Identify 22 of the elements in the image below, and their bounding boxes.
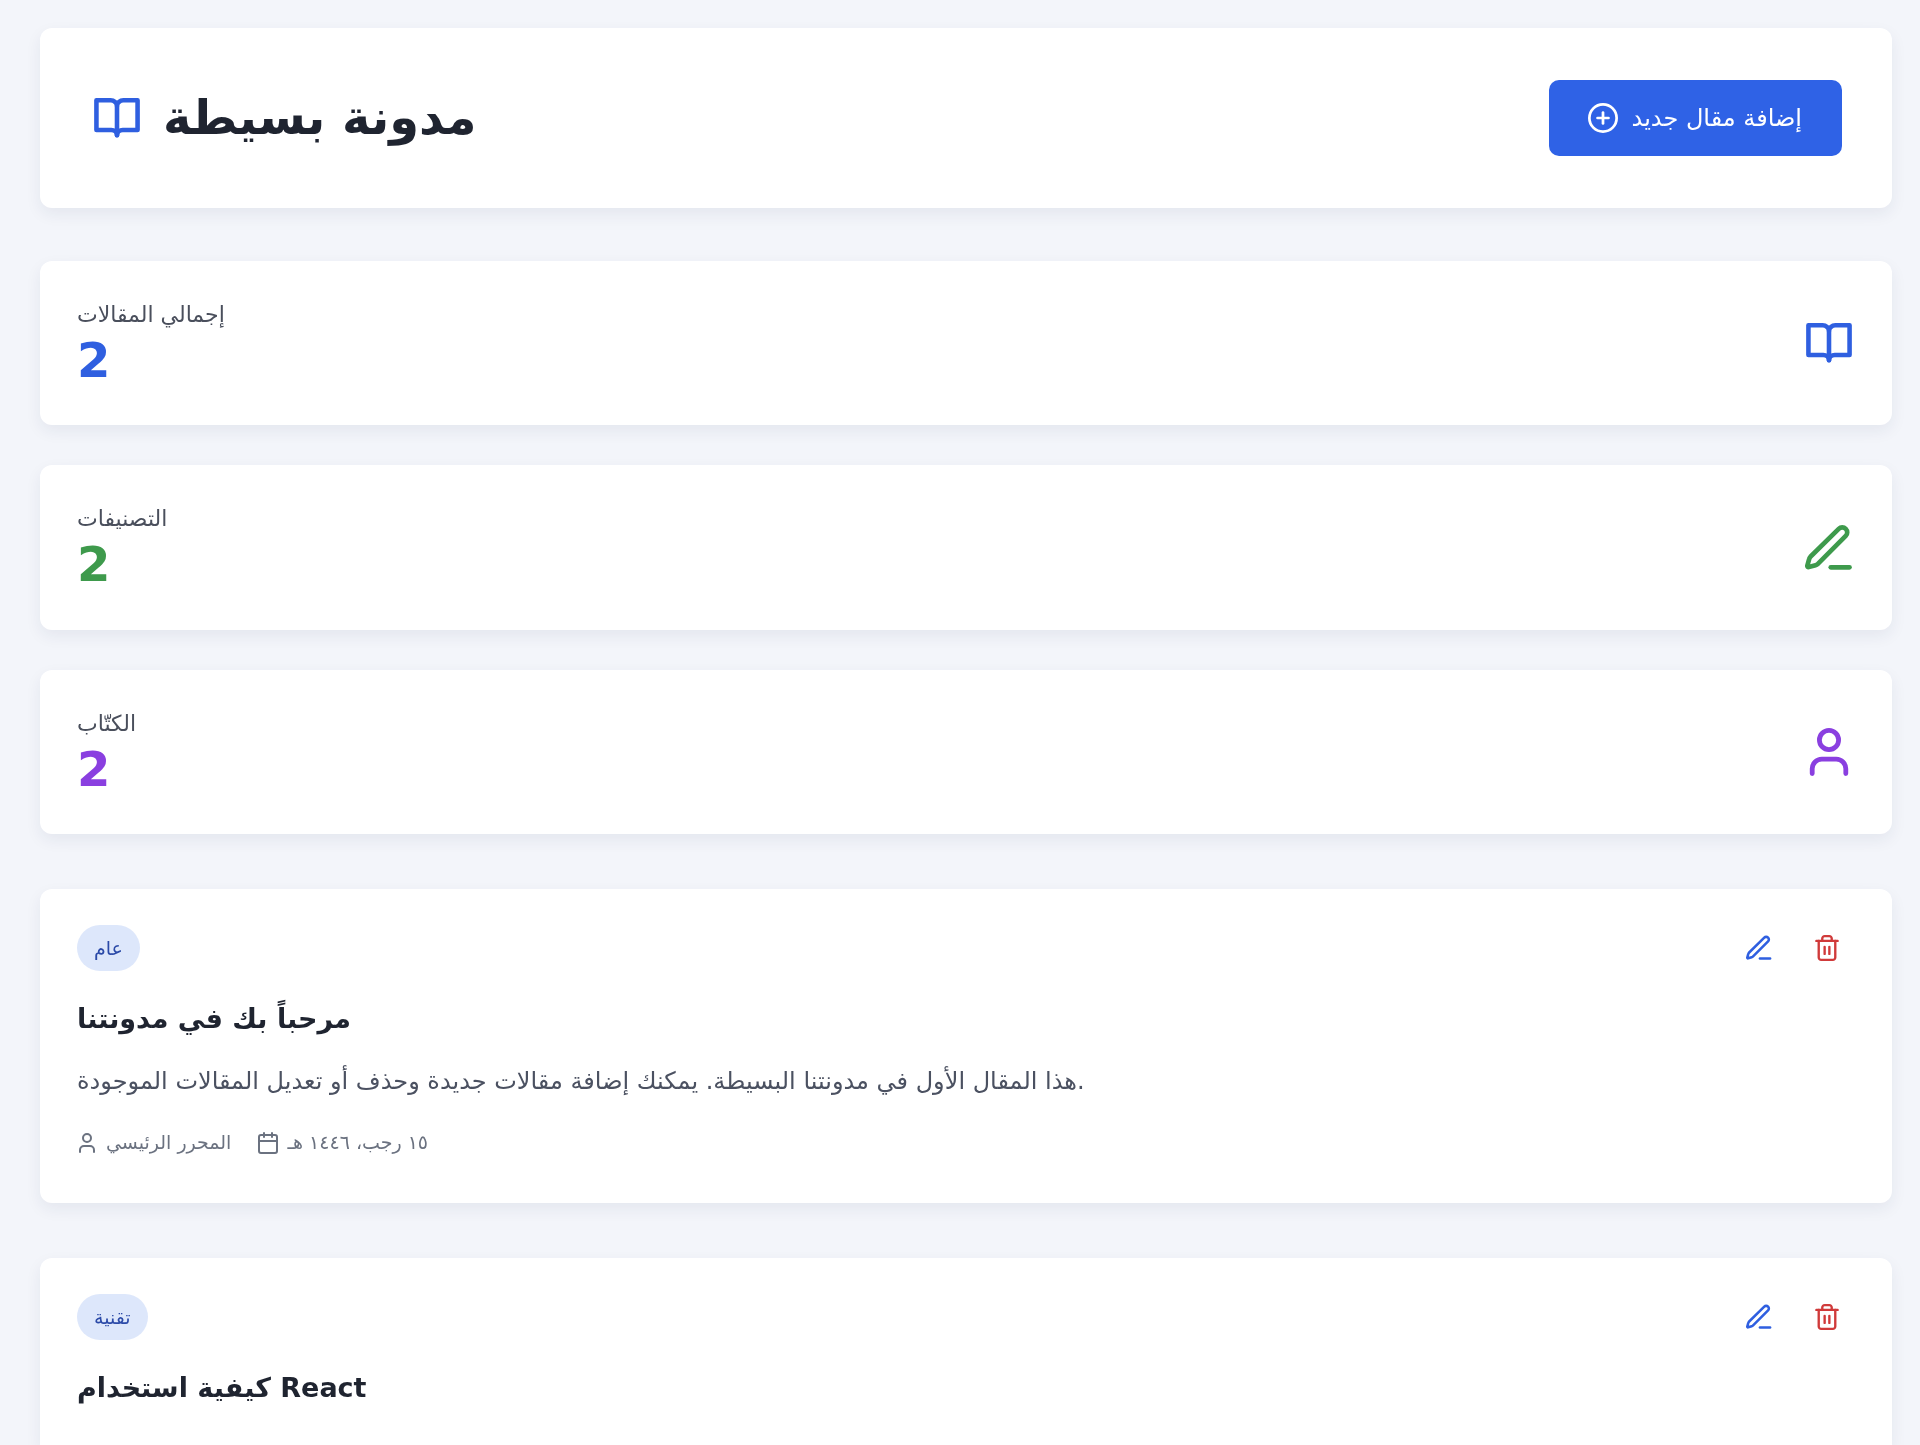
- add-post-button[interactable]: إضافة مقال جديد: [1548, 80, 1842, 156]
- trash-icon: [1814, 1303, 1840, 1330]
- post-excerpt: هذا المقال الأول في مدونتنا البسيطة. يمكنك إضافة مقالات جديدة وحذف أو تعديل المقالات الموجودة.: [77, 1064, 1086, 1097]
- pencil-icon: [1746, 1303, 1772, 1330]
- blog-title: مدونة بسيطة: [163, 90, 477, 146]
- calendar-icon: [257, 1131, 280, 1154]
- post-title: مرحباً بك في مدونتنا: [77, 999, 1848, 1040]
- stat-label: إجمالي المقالات: [77, 301, 225, 330]
- post-title: كيفية استخدام React: [77, 1370, 368, 1406]
- category-tag: تقنية: [77, 1293, 148, 1340]
- stat-label: التصنيفات: [77, 505, 168, 534]
- post-author: المحرر الرئيسي: [106, 1130, 232, 1156]
- category-tag: عام: [77, 925, 140, 972]
- stat-value: 2: [77, 538, 112, 591]
- stat-value: 2: [77, 333, 112, 387]
- pencil-icon: [1746, 935, 1772, 962]
- plus-circle-icon: [1587, 103, 1618, 133]
- stat-label: الكتّاب: [77, 709, 137, 738]
- post-date: ١٥ رجب، ١٤٤٦ هـ: [287, 1130, 429, 1156]
- trash-icon: [1814, 935, 1840, 962]
- person-icon: [77, 1132, 97, 1153]
- stat-value: 2: [77, 742, 112, 796]
